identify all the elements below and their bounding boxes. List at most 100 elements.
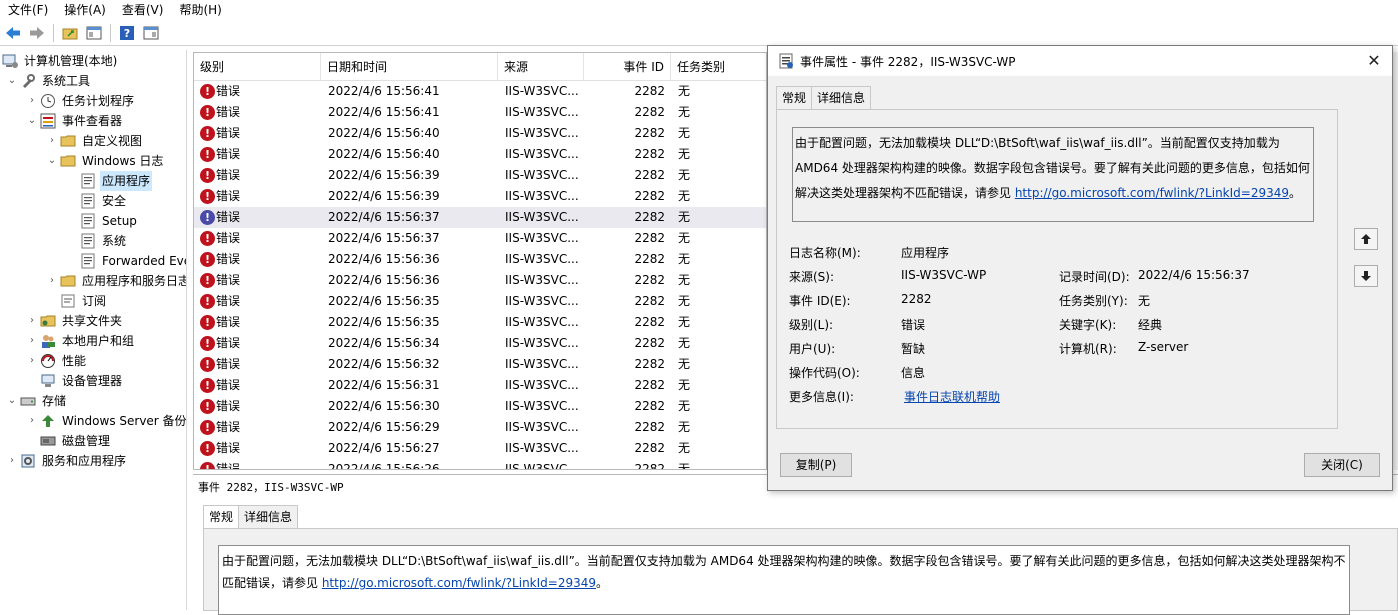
- tree-item[interactable]: ⌄ 存储: [6, 391, 68, 411]
- table-row[interactable]: ! 错误 2022/4/6 15:56:32 IIS-W3SVC... 2282 无: [194, 354, 766, 375]
- row-datetime: 2022/4/6 15:56:36: [328, 273, 440, 287]
- forward-arrow-icon[interactable]: [26, 22, 48, 44]
- menu-action[interactable]: 操作(A): [56, 0, 114, 20]
- column-header-datetime[interactable]: 日期和时间: [321, 53, 498, 81]
- dialog-tab-details[interactable]: 详细信息: [811, 86, 872, 110]
- log-icon: [80, 213, 96, 229]
- tree-item[interactable]: 应用程序: [66, 171, 153, 191]
- tree-item-label: 系统: [102, 234, 127, 248]
- table-row[interactable]: ! 错误 2022/4/6 15:56:37 IIS-W3SVC... 2282 无: [194, 207, 766, 228]
- table-row[interactable]: ! 错误 2022/4/6 15:56:35 IIS-W3SVC... 2282 无: [194, 291, 766, 312]
- table-row[interactable]: ! 错误 2022/4/6 15:56:26 IIS-W3SVC... 2282 无: [194, 459, 766, 469]
- show-hide-action-pane-icon[interactable]: [140, 22, 162, 44]
- tree-item[interactable]: Setup: [66, 211, 139, 231]
- table-row[interactable]: ! 错误 2022/4/6 15:56:36 IIS-W3SVC... 2282 无: [194, 249, 766, 270]
- table-row[interactable]: ! 错误 2022/4/6 15:56:36 IIS-W3SVC... 2282 无: [194, 270, 766, 291]
- row-level: 错误: [216, 168, 241, 182]
- table-row[interactable]: ! 错误 2022/4/6 15:56:37 IIS-W3SVC... 2282 无: [194, 228, 766, 249]
- svg-text:?: ?: [124, 27, 130, 40]
- help-icon[interactable]: ?: [116, 22, 138, 44]
- show-hide-console-tree-icon[interactable]: [83, 22, 105, 44]
- dialog-description-end: 。: [1289, 186, 1302, 200]
- tree-item[interactable]: Forwarded Eve: [66, 251, 186, 271]
- column-header-level[interactable]: 级别: [194, 53, 321, 81]
- table-row[interactable]: ! 错误 2022/4/6 15:56:35 IIS-W3SVC... 2282 无: [194, 312, 766, 333]
- row-task-category: 无: [678, 147, 691, 161]
- row-source: IIS-W3SVC...: [505, 336, 579, 350]
- next-event-button[interactable]: [1354, 265, 1378, 287]
- table-row[interactable]: ! 错误 2022/4/6 15:56:31 IIS-W3SVC... 2282 无: [194, 375, 766, 396]
- copy-button[interactable]: 复制(P): [780, 453, 852, 477]
- table-row[interactable]: ! 错误 2022/4/6 15:56:40 IIS-W3SVC... 2282 无: [194, 123, 766, 144]
- table-row[interactable]: ! 错误 2022/4/6 15:56:39 IIS-W3SVC... 2282 无: [194, 186, 766, 207]
- preview-tab-general[interactable]: 常规: [203, 505, 240, 529]
- preview-tab-details[interactable]: 详细信息: [238, 505, 299, 529]
- tree-item[interactable]: ⌄ 系统工具: [6, 71, 92, 91]
- tree-item[interactable]: 安全: [66, 191, 128, 211]
- tree-item[interactable]: 计算机管理(本地): [2, 51, 119, 71]
- tree-item[interactable]: › 任务计划程序: [26, 91, 136, 111]
- collapsed-chevron-icon[interactable]: ›: [46, 131, 58, 151]
- tree-item[interactable]: › 本地用户和组: [26, 331, 136, 351]
- column-header-event-id[interactable]: 事件 ID: [584, 53, 671, 81]
- tree-item[interactable]: › Windows Server 备份: [26, 411, 186, 431]
- table-row[interactable]: ! 错误 2022/4/6 15:56:41 IIS-W3SVC... 2282 无: [194, 102, 766, 123]
- table-row[interactable]: ! 错误 2022/4/6 15:56:41 IIS-W3SVC... 2282 无: [194, 81, 766, 102]
- log-icon: [80, 233, 96, 249]
- collapsed-chevron-icon[interactable]: ›: [26, 351, 38, 371]
- row-source: IIS-W3SVC...: [505, 252, 579, 266]
- table-row[interactable]: ! 错误 2022/4/6 15:56:30 IIS-W3SVC... 2282 无: [194, 396, 766, 417]
- row-source: IIS-W3SVC...: [505, 273, 579, 287]
- collapsed-chevron-icon[interactable]: ›: [6, 451, 18, 471]
- close-button[interactable]: 关闭(C): [1304, 453, 1380, 477]
- up-arrow-icon: [1361, 234, 1371, 244]
- folder-icon: [60, 273, 76, 289]
- table-row[interactable]: ! 错误 2022/4/6 15:56:34 IIS-W3SVC... 2282 无: [194, 333, 766, 354]
- toolbar: ?: [0, 20, 1398, 46]
- expanded-chevron-icon[interactable]: ⌄: [6, 391, 18, 411]
- tree-item[interactable]: 系统: [66, 231, 128, 251]
- up-folder-icon[interactable]: [59, 22, 81, 44]
- table-row[interactable]: ! 错误 2022/4/6 15:56:39 IIS-W3SVC... 2282 无: [194, 165, 766, 186]
- collapsed-chevron-icon[interactable]: ›: [26, 411, 38, 431]
- collapsed-chevron-icon[interactable]: ›: [26, 91, 38, 111]
- menu-view[interactable]: 查看(V): [114, 0, 172, 20]
- error-icon: !: [200, 357, 215, 372]
- tree-item[interactable]: 磁盘管理: [26, 431, 112, 451]
- table-row[interactable]: ! 错误 2022/4/6 15:56:29 IIS-W3SVC... 2282 无: [194, 417, 766, 438]
- tree-item[interactable]: › 应用程序和服务日志: [46, 271, 186, 291]
- expanded-chevron-icon[interactable]: ⌄: [6, 71, 18, 91]
- tree-item[interactable]: 设备管理器: [26, 371, 124, 391]
- table-row[interactable]: ! 错误 2022/4/6 15:56:27 IIS-W3SVC... 2282 无: [194, 438, 766, 459]
- collapsed-chevron-icon[interactable]: ›: [26, 311, 38, 331]
- dialog-help-link[interactable]: http://go.microsoft.com/fwlink/?LinkId=2…: [1015, 186, 1289, 200]
- menu-file[interactable]: 文件(F): [0, 0, 56, 20]
- tree-item-label: 事件查看器: [62, 114, 123, 128]
- row-event-id: 2282: [634, 420, 665, 434]
- collapsed-chevron-icon[interactable]: ›: [46, 271, 58, 291]
- column-header-task-category[interactable]: 任务类别: [671, 53, 766, 81]
- tree-item[interactable]: ⌄ 事件查看器: [26, 111, 124, 131]
- tree-item[interactable]: ⌄ Windows 日志: [46, 151, 165, 171]
- expanded-chevron-icon[interactable]: ⌄: [26, 111, 38, 131]
- expanded-chevron-icon[interactable]: ⌄: [46, 151, 58, 171]
- previous-event-button[interactable]: [1354, 228, 1378, 250]
- event-log-online-help-link[interactable]: 事件日志联机帮助: [904, 388, 1000, 405]
- tree-item[interactable]: › 服务和应用程序: [6, 451, 128, 471]
- table-row[interactable]: ! 错误 2022/4/6 15:56:40 IIS-W3SVC... 2282 无: [194, 144, 766, 165]
- tree-item[interactable]: › 共享文件夹: [26, 311, 124, 331]
- close-icon[interactable]: ✕: [1364, 51, 1384, 71]
- row-event-id: 2282: [634, 315, 665, 329]
- column-header-source[interactable]: 来源: [498, 53, 584, 81]
- tree-item-label: 自定义视图: [82, 134, 143, 148]
- menu-help[interactable]: 帮助(H): [171, 0, 229, 20]
- tree-item[interactable]: 订阅: [46, 291, 108, 311]
- collapsed-chevron-icon[interactable]: ›: [26, 331, 38, 351]
- back-arrow-icon[interactable]: [2, 22, 24, 44]
- preview-help-link[interactable]: http://go.microsoft.com/fwlink/?LinkId=2…: [322, 576, 596, 590]
- row-datetime: 2022/4/6 15:56:36: [328, 252, 440, 266]
- tree-item[interactable]: › 自定义视图: [46, 131, 144, 151]
- dialog-tab-general[interactable]: 常规: [776, 86, 813, 110]
- tree-item[interactable]: › 性能: [26, 351, 88, 371]
- log-icon: [80, 173, 96, 189]
